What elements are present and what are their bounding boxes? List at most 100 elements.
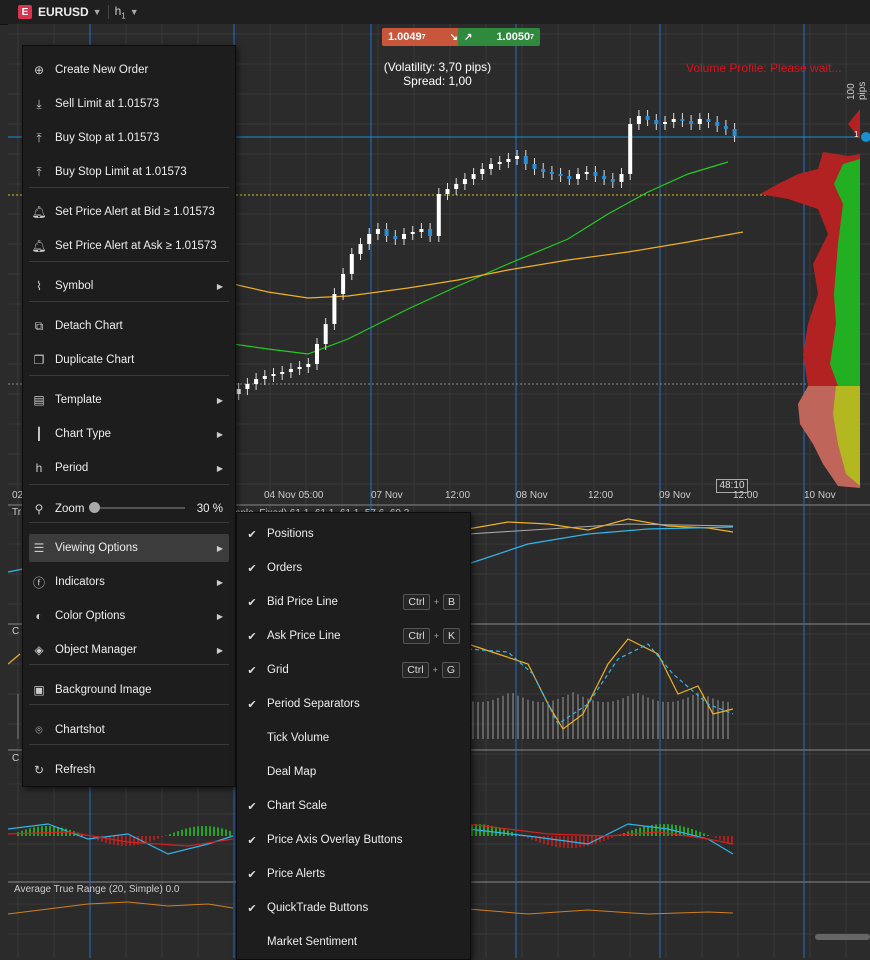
pips-scale-label: 100 pips bbox=[846, 81, 868, 100]
menu-item-viewing-options[interactable]: ☰ Viewing Options ▶ bbox=[29, 534, 229, 562]
refresh-icon: ↻ bbox=[33, 763, 45, 777]
x-axis-label: 12:00 bbox=[733, 490, 759, 501]
candle bbox=[315, 344, 319, 364]
menu-item-label: Buy Stop Limit at 1.01573 bbox=[55, 166, 187, 178]
x-axis-label: 08 Nov bbox=[516, 490, 548, 501]
candle bbox=[689, 121, 694, 124]
menu-item-chartshot[interactable]: ⌾ Chartshot bbox=[29, 716, 229, 744]
viewing-option-tick-volume[interactable]: Tick Volume bbox=[237, 723, 470, 753]
candle bbox=[341, 274, 346, 294]
checkmark-icon: ✔ bbox=[247, 596, 257, 609]
menu-item-chart-type[interactable]: ┃ Chart Type ▶ bbox=[29, 420, 229, 448]
candle bbox=[663, 122, 667, 124]
viewing-option-label: Ask Price Line bbox=[267, 630, 341, 642]
menu-item-refresh[interactable]: ↻ Refresh bbox=[29, 756, 229, 784]
sell-quick-button[interactable]: 1.0049 7 ↘ bbox=[382, 28, 464, 46]
shortcut-plus: + bbox=[433, 631, 439, 641]
viewing-option-ask-price-line[interactable]: ✔ Ask Price Line Ctrl + K bbox=[237, 621, 470, 651]
submenu-arrow-icon: ▶ bbox=[216, 645, 223, 655]
viewing-option-price-alerts[interactable]: ✔ Price Alerts bbox=[237, 859, 470, 889]
menu-item-duplicate-chart[interactable]: ❐ Duplicate Chart bbox=[29, 346, 229, 374]
candle bbox=[515, 156, 520, 159]
menu-item-set-price-alert-at-ask-1-01573[interactable]: 🔔︎ Set Price Alert at Ask ≥ 1.01573 bbox=[29, 232, 229, 260]
menu-item-zoom[interactable]: ⚲ Zoom 30 % bbox=[29, 495, 229, 523]
menu-item-color-options[interactable]: ◐ Color Options ▶ bbox=[29, 602, 229, 630]
viewing-option-chart-scale[interactable]: ✔ Chart Scale bbox=[237, 791, 470, 821]
viewing-option-quicktrade-buttons[interactable]: ✔ QuickTrade Buttons bbox=[237, 893, 470, 923]
menu-item-label: Object Manager bbox=[55, 644, 137, 656]
menu-divider bbox=[29, 484, 229, 485]
price-marker-label[interactable]: 1 bbox=[854, 130, 858, 139]
shortcut-key: K bbox=[442, 628, 460, 644]
menu-item-label: Buy Stop at 1.01573 bbox=[55, 132, 160, 144]
menu-item-create-new-order[interactable]: ⊕ Create New Order bbox=[29, 56, 229, 84]
viewing-option-market-sentiment[interactable]: Market Sentiment bbox=[237, 927, 470, 957]
atr-title: Average True Range (20, Simple) 0.0 bbox=[14, 884, 180, 895]
checkmark-icon: ✔ bbox=[247, 902, 257, 915]
menu-item-label: Refresh bbox=[55, 764, 96, 776]
menu-item-buy-stop-limit-at-1-01573[interactable]: ⤒ Buy Stop Limit at 1.01573 bbox=[29, 158, 229, 186]
viewing-option-orders[interactable]: ✔ Orders bbox=[237, 553, 470, 583]
menu-item-label: Detach Chart bbox=[55, 320, 123, 332]
buy-quick-button[interactable]: ↗ 1.0050 7 bbox=[458, 28, 540, 46]
viewing-option-label: Positions bbox=[267, 528, 314, 540]
candle bbox=[567, 176, 572, 179]
detach-icon: ⧉ bbox=[34, 318, 44, 333]
menu-item-buy-stop-at-1-01573[interactable]: ⤒ Buy Stop at 1.01573 bbox=[29, 124, 229, 152]
candle bbox=[288, 369, 293, 372]
submenu-arrow-icon: ▶ bbox=[216, 281, 223, 291]
candle bbox=[245, 384, 250, 389]
viewing-option-price-axis-overlay-buttons[interactable]: ✔ Price Axis Overlay Buttons bbox=[237, 825, 470, 855]
menu-item-period[interactable]: h Period ▶ bbox=[29, 454, 229, 482]
bell-icon: 🔔︎ bbox=[31, 239, 47, 253]
horizontal-scrollbar[interactable] bbox=[815, 934, 870, 940]
zoom-slider-handle[interactable] bbox=[89, 502, 100, 513]
menu-item-detach-chart[interactable]: ⧉ Detach Chart bbox=[29, 312, 229, 340]
symbol-icon: ⌇ bbox=[36, 279, 42, 293]
chevron-down-icon[interactable]: ▼ bbox=[130, 7, 139, 17]
candle bbox=[541, 169, 546, 172]
shortcut-plus: + bbox=[432, 665, 438, 675]
menu-item-label: Duplicate Chart bbox=[55, 354, 135, 366]
viewing-option-bid-price-line[interactable]: ✔ Bid Price Line Ctrl + B bbox=[237, 587, 470, 617]
candle bbox=[254, 379, 259, 384]
submenu-arrow-icon: ▶ bbox=[216, 577, 223, 587]
buy-stop-icon: ⤒ bbox=[36, 130, 42, 145]
checkmark-icon: ✔ bbox=[247, 528, 257, 541]
candle bbox=[436, 194, 441, 236]
candle bbox=[523, 156, 528, 164]
image-icon: ▣ bbox=[33, 683, 45, 697]
shortcut-key: B bbox=[442, 594, 460, 610]
viewing-option-grid[interactable]: ✔ Grid Ctrl + G bbox=[237, 655, 470, 685]
candle bbox=[715, 122, 720, 126]
viewing-option-deal-map[interactable]: Deal Map bbox=[237, 757, 470, 787]
menu-item-background-image[interactable]: ▣ Background Image bbox=[29, 676, 229, 704]
bell-icon: 🔔︎ bbox=[31, 205, 47, 219]
viewing-option-period-separators[interactable]: ✔ Period Separators bbox=[237, 689, 470, 719]
candle bbox=[323, 324, 328, 344]
viewing-option-positions[interactable]: ✔ Positions bbox=[237, 519, 470, 549]
viewing-options-submenu: ✔ Positions ✔ Orders ✔ Bid Price Line Ctrl + B ✔ A… bbox=[236, 512, 471, 960]
candle bbox=[306, 364, 311, 367]
menu-item-label: Zoom bbox=[55, 503, 85, 515]
chevron-down-icon[interactable]: ▼ bbox=[93, 7, 102, 17]
checkmark-icon: ✔ bbox=[247, 630, 257, 643]
checkmark-icon: ✔ bbox=[247, 698, 257, 711]
shortcut-key: G bbox=[441, 662, 460, 678]
duplicate-icon: ❐ bbox=[33, 353, 45, 367]
candle bbox=[462, 179, 467, 184]
menu-item-indicators[interactable]: ⓕ Indicators ▶ bbox=[29, 568, 229, 596]
candle bbox=[584, 172, 589, 174]
viewing-option-label: QuickTrade Buttons bbox=[267, 902, 369, 914]
zoom-slider-track[interactable] bbox=[95, 507, 185, 509]
checkmark-icon: ✔ bbox=[247, 800, 257, 813]
menu-item-set-price-alert-at-bid-1-01573[interactable]: 🔔︎ Set Price Alert at Bid ≥ 1.01573 bbox=[29, 198, 229, 226]
menu-item-sell-limit-at-1-01573[interactable]: ⤓ Sell Limit at 1.01573 bbox=[29, 90, 229, 118]
timeframe-selector[interactable]: h1 bbox=[115, 4, 126, 20]
shortcut-key: Ctrl bbox=[403, 594, 430, 610]
menu-item-object-manager[interactable]: ◈ Object Manager ▶ bbox=[29, 636, 229, 664]
symbol-selector[interactable]: EURUSD bbox=[38, 5, 89, 19]
menu-item-template[interactable]: ▤ Template ▶ bbox=[29, 386, 229, 414]
menu-item-label: Template bbox=[55, 394, 102, 406]
menu-item-symbol[interactable]: ⌇ Symbol ▶ bbox=[29, 272, 229, 300]
